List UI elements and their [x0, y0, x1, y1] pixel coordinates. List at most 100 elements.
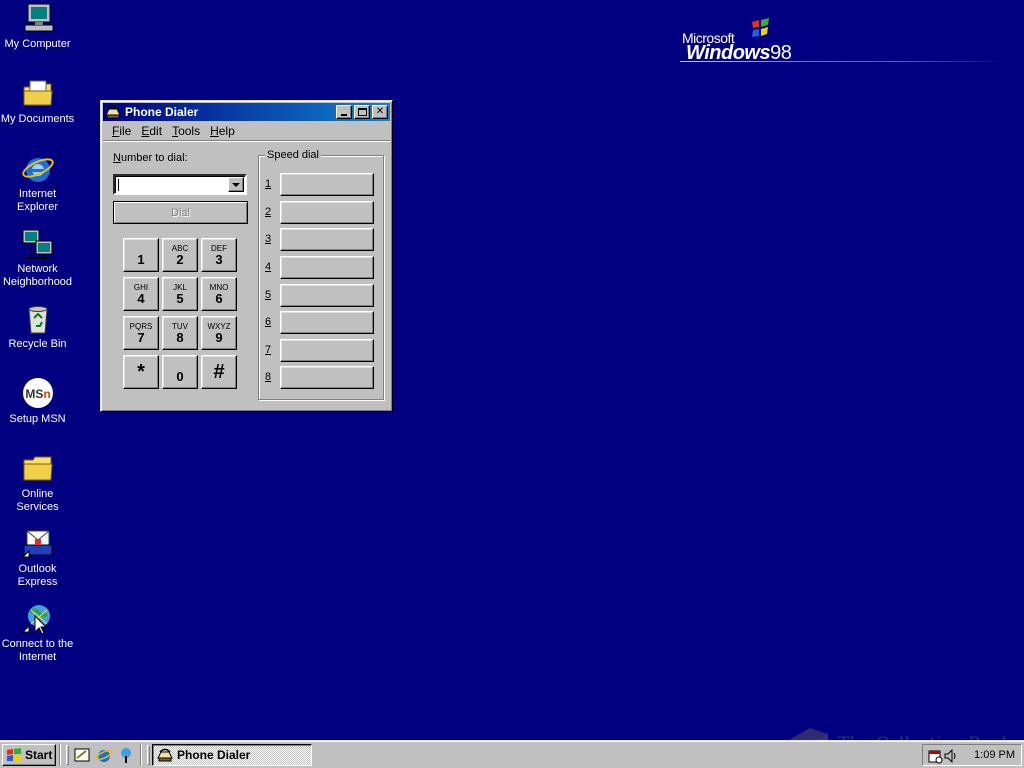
- dial-button[interactable]: Dial: [113, 201, 248, 224]
- speed-dial-4-button[interactable]: [280, 255, 374, 279]
- quick-launch-grip[interactable]: [66, 744, 69, 765]
- speed-dial-6-button[interactable]: [280, 310, 374, 334]
- desktop-icon-network-neighborhood[interactable]: Network Neighborhood: [0, 227, 75, 289]
- desktop-icon-label: Setup MSN: [9, 413, 66, 425]
- folder-documents-icon: [23, 80, 53, 106]
- desktop-icon-setup-msn[interactable]: MSn Setup MSN: [0, 377, 75, 426]
- desktop-icon-internet-explorer[interactable]: Internet Explorer: [0, 152, 75, 214]
- task-area-grip[interactable]: [147, 744, 150, 765]
- speed-dial-row-8: 8: [265, 365, 375, 389]
- dialer-client-area: Number to dial: Dial 1 ABC 2 DEF 3 GHI 4 JK…: [103, 142, 390, 410]
- outlook-express-icon: [21, 530, 52, 558]
- speed-dial-3-button[interactable]: [280, 227, 374, 251]
- channels-icon[interactable]: [117, 746, 135, 764]
- speed-dial-label: Speed dial: [265, 149, 321, 161]
- phone-dialer-window[interactable]: Phone Dialer ✕ File Edit Tools Help Numb…: [100, 100, 393, 412]
- speed-dial-row-5: 5: [265, 283, 375, 307]
- speed-dial-7-button[interactable]: [280, 338, 374, 362]
- close-icon: ✕: [375, 106, 385, 117]
- desktop-icon-label: My Computer: [4, 38, 71, 50]
- desktop-icon-label: Recycle Bin: [8, 338, 67, 350]
- internet-explorer-icon: [21, 158, 54, 182]
- desktop-icon-recycle-bin[interactable]: Recycle Bin: [0, 302, 75, 351]
- minimize-button[interactable]: [336, 105, 352, 119]
- windows-flag-icon: [7, 747, 21, 761]
- speed-dial-row-6: 6: [265, 310, 375, 334]
- connect-to-internet-icon: [21, 605, 50, 635]
- volume-icon[interactable]: [943, 748, 959, 764]
- network-neighborhood-icon: [22, 229, 52, 259]
- window-title: Phone Dialer: [125, 105, 199, 119]
- desktop-icon-connect-to-internet[interactable]: Connect to the Internet: [0, 602, 75, 664]
- menu-bar: File Edit Tools Help: [103, 121, 390, 140]
- menu-help[interactable]: Help: [205, 124, 240, 138]
- keypad-3-button[interactable]: DEF 3: [201, 238, 237, 272]
- keypad-hash-button[interactable]: #: [201, 355, 237, 389]
- folder-icon: [23, 456, 53, 481]
- speed-dial-2-button[interactable]: [280, 200, 374, 224]
- start-button[interactable]: Start: [2, 743, 56, 766]
- desktop-icon-label: My Documents: [0, 113, 75, 125]
- keypad-6-button[interactable]: MNO 6: [201, 277, 237, 311]
- maximize-icon: [357, 108, 367, 116]
- speed-dial-row-1: 1: [265, 172, 375, 196]
- menu-edit[interactable]: Edit: [136, 124, 167, 138]
- desktop-icon-online-services[interactable]: Online Services: [0, 452, 75, 514]
- number-to-dial-combo[interactable]: [113, 174, 247, 195]
- desktop-icon-label: Internet Explorer: [17, 188, 58, 213]
- desktop-icon-label: Outlook Express: [17, 563, 58, 588]
- number-dropdown-button[interactable]: [228, 177, 244, 192]
- taskbar-button-phone-dialer[interactable]: Phone Dialer: [152, 743, 312, 766]
- taskbar-separator: [140, 743, 142, 766]
- speed-dial-row-7: 7: [265, 338, 375, 362]
- start-label: Start: [25, 747, 53, 762]
- svg-text:MSn: MSn: [25, 387, 50, 401]
- desktop-icon-label: Online Services: [16, 488, 59, 513]
- keypad-0-button[interactable]: 0: [162, 355, 198, 389]
- keypad-9-button[interactable]: WXYZ 9: [201, 316, 237, 350]
- number-to-dial-label: Number to dial:: [113, 152, 188, 164]
- recycle-bin-icon: [27, 306, 48, 334]
- show-desktop-icon[interactable]: [73, 746, 91, 764]
- speed-dial-8-button[interactable]: [280, 365, 374, 389]
- title-bar[interactable]: Phone Dialer ✕: [103, 103, 390, 121]
- phone-dialer-app-icon: [157, 748, 173, 761]
- keypad-8-button[interactable]: TUV 8: [162, 316, 198, 350]
- speed-dial-group: Speed dial 1 2 3 4 5 6 7 8: [258, 149, 384, 400]
- desktop-icon-label: Network Neighborhood: [2, 263, 73, 288]
- internet-explorer-icon[interactable]: [95, 746, 113, 764]
- speed-dial-1-button[interactable]: [280, 172, 374, 196]
- number-to-dial-input[interactable]: [119, 177, 229, 191]
- desktop-icon-label: Connect to the Internet: [1, 638, 74, 663]
- desktop-icon-my-computer[interactable]: My Computer: [0, 2, 75, 51]
- msn-icon: MSn: [22, 378, 53, 408]
- windows-flag-icon: [752, 18, 769, 37]
- phone-dialer-app-icon: [105, 105, 121, 119]
- menu-tools[interactable]: Tools: [167, 124, 205, 138]
- desktop-icon-outlook-express[interactable]: Outlook Express: [0, 527, 75, 589]
- speed-dial-row-2: 2: [265, 200, 375, 224]
- keypad-5-button[interactable]: JKL 5: [162, 277, 198, 311]
- keypad-4-button[interactable]: GHI 4: [123, 277, 159, 311]
- logo-underline: [680, 61, 1010, 62]
- system-tray: 1:09 PM: [922, 744, 1022, 766]
- clock[interactable]: 1:09 PM: [974, 749, 1015, 761]
- minimize-icon: [341, 114, 347, 116]
- scheduler-icon[interactable]: [927, 748, 943, 764]
- maximize-button[interactable]: [354, 105, 370, 119]
- menu-file[interactable]: File: [107, 124, 136, 138]
- chevron-down-icon: [232, 182, 240, 187]
- keypad-1-button[interactable]: 1: [123, 238, 159, 272]
- taskbar: Start Phone Dialer 1:09 PM: [0, 740, 1024, 768]
- speed-dial-row-3: 3: [265, 227, 375, 251]
- taskbar-separator: [59, 743, 61, 766]
- desktop-icon-my-documents[interactable]: My Documents: [0, 77, 75, 126]
- windows-98-logo: Microsoft Windows98: [680, 18, 1020, 66]
- speed-dial-5-button[interactable]: [280, 283, 374, 307]
- keypad-2-button[interactable]: ABC 2: [162, 238, 198, 272]
- taskbar-button-label: Phone Dialer: [177, 747, 251, 762]
- close-button[interactable]: ✕: [372, 105, 388, 119]
- keypad-star-button[interactable]: *: [123, 355, 159, 389]
- my-computer-icon: [24, 3, 53, 32]
- keypad-7-button[interactable]: PQRS 7: [123, 316, 159, 350]
